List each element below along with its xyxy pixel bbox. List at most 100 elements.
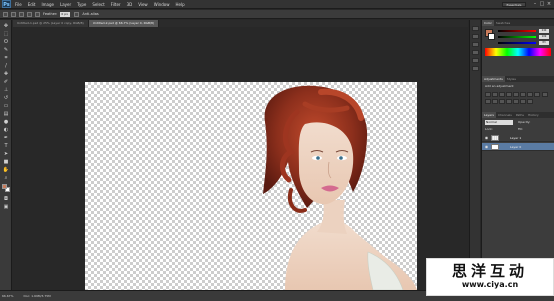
layer-name: Layer 1 <box>510 136 522 140</box>
panel-background-swatch[interactable] <box>488 33 495 40</box>
hue-saturation-icon[interactable] <box>520 92 526 97</box>
type-icon[interactable]: T <box>2 143 10 149</box>
color-ramp[interactable] <box>485 48 551 56</box>
new-selection-icon[interactable] <box>11 11 16 17</box>
antialias-checkbox[interactable] <box>74 11 80 17</box>
brush-icon[interactable]: ✐ <box>2 79 10 85</box>
curves-icon[interactable] <box>499 92 505 97</box>
hand-icon[interactable]: ✋ <box>2 167 10 173</box>
shape-icon[interactable]: ■ <box>2 159 10 165</box>
foreground-color-swatch[interactable] <box>2 184 7 189</box>
menu-window[interactable]: Window <box>154 2 170 7</box>
menu-type[interactable]: Type <box>77 2 86 7</box>
clone-source-panel-icon[interactable] <box>472 50 479 55</box>
menu-edit[interactable]: Edit <box>28 2 36 7</box>
tab-paths[interactable]: Paths <box>514 112 526 118</box>
minimize-icon[interactable]: – <box>532 1 538 7</box>
levels-icon[interactable] <box>492 92 498 97</box>
visibility-eye-icon[interactable]: ◉ <box>484 135 489 140</box>
menu-file[interactable]: File <box>15 2 22 7</box>
feather-input[interactable]: 0 px <box>60 11 71 17</box>
layer-row-0[interactable]: ◉ Layer 0 <box>482 143 554 151</box>
watermark: 思洋互动 www.ciya.cn <box>426 258 554 296</box>
tab-document-1[interactable]: Untitled-1.psd @ 25% (Layer 0 copy, RGB/… <box>13 20 89 27</box>
tab-color[interactable]: Color <box>482 20 494 26</box>
dodge-icon[interactable]: ◐ <box>2 127 10 133</box>
character-panel-icon[interactable] <box>472 58 479 63</box>
color-balance-icon[interactable] <box>527 92 533 97</box>
menu-filter[interactable]: Filter <box>111 2 121 7</box>
photoshop-logo: Ps <box>2 0 11 8</box>
history-panel-icon[interactable] <box>472 26 479 31</box>
visibility-eye-icon[interactable]: ◉ <box>484 144 489 149</box>
blue-value[interactable]: 83 <box>539 41 549 45</box>
panel-dock: Color Swatches 240 109 83 Adjustments St… <box>481 20 554 290</box>
tab-styles[interactable]: Styles <box>505 76 518 82</box>
move-icon[interactable]: ✥ <box>2 23 10 29</box>
blend-mode-select[interactable]: Normal <box>485 120 513 125</box>
posterize-icon[interactable] <box>506 99 512 104</box>
document-canvas[interactable] <box>85 82 417 290</box>
crop-icon[interactable]: ⌗ <box>2 55 10 61</box>
channel-mixer-icon[interactable] <box>485 99 491 104</box>
tab-channels[interactable]: Channels <box>496 112 514 118</box>
menu-layer[interactable]: Layer <box>60 2 71 7</box>
vibrance-icon[interactable] <box>513 92 519 97</box>
adjustment-icons <box>485 92 551 106</box>
color-lookup-icon[interactable] <box>492 99 498 104</box>
gradient-icon[interactable]: ▤ <box>2 111 10 117</box>
quick-mask-icon[interactable]: ◘ <box>2 196 10 202</box>
menu-help[interactable]: Help <box>175 2 184 7</box>
layer-row-1[interactable]: ◉ Layer 1 <box>482 134 554 142</box>
blue-slider[interactable] <box>498 42 536 44</box>
threshold-icon[interactable] <box>513 99 519 104</box>
intersect-selection-icon[interactable] <box>35 11 40 17</box>
tab-history[interactable]: History <box>526 112 541 118</box>
exposure-icon[interactable] <box>506 92 512 97</box>
red-slider[interactable] <box>498 30 536 32</box>
properties-panel-icon[interactable] <box>472 34 479 39</box>
tab-swatches[interactable]: Swatches <box>494 20 512 26</box>
stamp-icon[interactable]: ⊥ <box>2 87 10 93</box>
eyedropper-icon[interactable]: / <box>2 63 10 69</box>
menu-view[interactable]: View <box>138 2 148 7</box>
adjustments-title: Add an adjustment <box>485 84 514 88</box>
brightness-icon[interactable] <box>485 92 491 97</box>
layer-name: Layer 0 <box>510 145 522 149</box>
invert-icon[interactable] <box>499 99 505 104</box>
photo-filter-icon[interactable] <box>542 92 549 97</box>
zoom-level[interactable]: 66.67% <box>2 294 13 298</box>
screen-mode-icon[interactable]: ▣ <box>2 204 10 210</box>
maximize-icon[interactable]: □ <box>539 1 545 7</box>
pen-icon[interactable]: ✒ <box>2 135 10 141</box>
path-select-icon[interactable]: ➤ <box>2 151 10 157</box>
zoom-icon[interactable]: ⌕ <box>2 175 10 181</box>
black-white-icon[interactable] <box>534 92 540 97</box>
tab-layers[interactable]: Layers <box>482 112 496 118</box>
close-icon[interactable]: × <box>546 1 552 7</box>
tab-adjustments[interactable]: Adjustments <box>482 76 505 82</box>
healing-icon[interactable]: ✚ <box>2 71 10 77</box>
green-value[interactable]: 109 <box>539 35 549 39</box>
gradient-map-icon[interactable] <box>520 99 526 104</box>
marquee-icon[interactable]: ⬚ <box>2 31 10 37</box>
quick-select-icon[interactable]: ✎ <box>2 47 10 53</box>
red-value[interactable]: 240 <box>539 29 549 33</box>
eraser-icon[interactable]: ▭ <box>2 103 10 109</box>
blur-icon[interactable]: ● <box>2 119 10 125</box>
menu-3d[interactable]: 3D <box>127 2 133 7</box>
paragraph-panel-icon[interactable] <box>472 66 479 71</box>
subtract-selection-icon[interactable] <box>27 11 32 17</box>
history-brush-icon[interactable]: ↺ <box>2 95 10 101</box>
selective-color-icon[interactable] <box>527 99 533 104</box>
tool-preset-icon[interactable] <box>3 11 8 17</box>
green-slider[interactable] <box>498 36 536 38</box>
watermark-chinese: 思洋互动 <box>451 262 528 280</box>
menu-image[interactable]: Image <box>41 2 54 7</box>
brush-panel-icon[interactable] <box>472 42 479 47</box>
workspace-switcher[interactable]: Essentials <box>502 2 526 7</box>
add-selection-icon[interactable] <box>19 11 24 17</box>
menu-select[interactable]: Select <box>92 2 104 7</box>
lasso-icon[interactable]: ʘ <box>2 39 10 45</box>
tab-document-2[interactable]: Untitled-2.psd @ 66.7% (Layer 0, RGB/8) <box>88 20 160 27</box>
